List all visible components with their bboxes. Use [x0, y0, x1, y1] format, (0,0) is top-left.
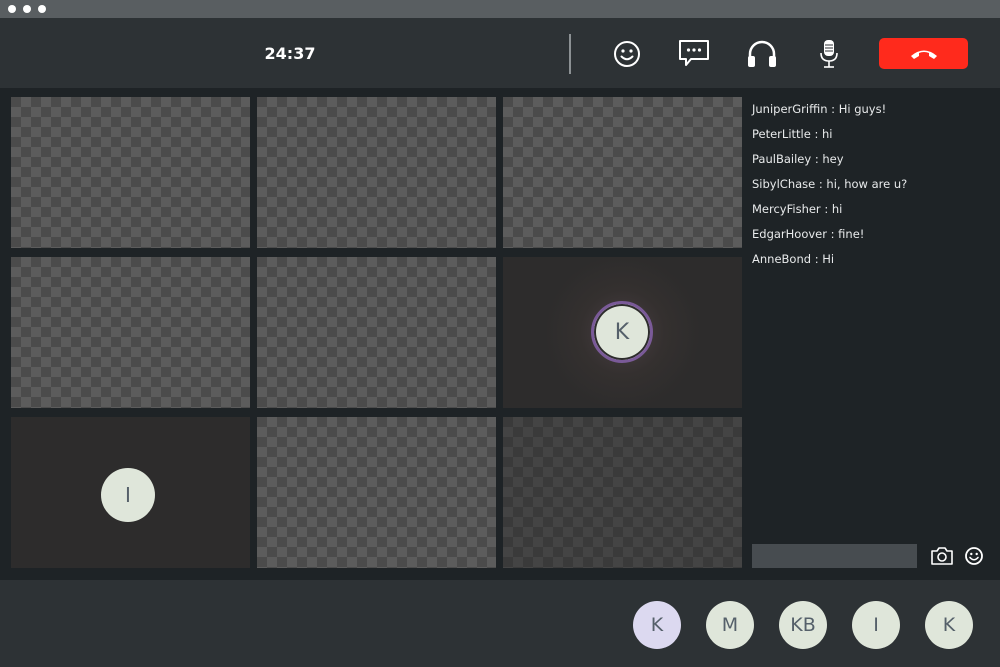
video-tile-1[interactable]	[11, 97, 250, 248]
video-tile-8[interactable]	[257, 417, 496, 568]
chat-text: hi	[822, 127, 833, 141]
window-minimize-dot[interactable]	[23, 5, 31, 13]
video-tile-9[interactable]	[503, 417, 742, 568]
chat-separator: :	[811, 252, 823, 266]
window-maximize-dot[interactable]	[38, 5, 46, 13]
chat-bubble-icon	[679, 40, 709, 66]
chat-separator: :	[820, 202, 832, 216]
chat-username[interactable]: PeterLittle	[752, 127, 811, 141]
window-titlebar	[0, 0, 1000, 18]
chat-text: Hi	[822, 252, 835, 266]
send-photo-button[interactable]	[930, 544, 954, 568]
chat-message: PaulBailey : hey	[752, 150, 992, 175]
chat-username[interactable]: MercyFisher	[752, 202, 821, 216]
video-tile-2[interactable]	[257, 97, 496, 248]
headphones-icon	[748, 40, 776, 67]
chat-emoji-button[interactable]	[962, 544, 986, 568]
call-timer: 24:37	[264, 44, 316, 63]
chat-separator: :	[815, 177, 827, 191]
chat-messages: JuniperGriffin : Hi guys! PeterLittle : h…	[752, 100, 992, 275]
reactions-button[interactable]	[609, 36, 645, 72]
chat-message: MercyFisher : hi	[752, 200, 992, 225]
participant-avatar-button[interactable]: K	[633, 601, 681, 649]
chat-separator: :	[810, 127, 822, 141]
participant-avatar: K	[591, 301, 653, 363]
microphone-button[interactable]	[811, 36, 847, 72]
call-toolbar: 24:37	[0, 18, 1000, 88]
chat-username[interactable]: PaulBailey	[752, 152, 811, 166]
microphone-icon	[820, 40, 838, 68]
chat-input[interactable]	[752, 544, 917, 568]
chat-message: JuniperGriffin : Hi guys!	[752, 100, 992, 125]
smiley-icon	[614, 41, 640, 67]
chat-message: SibylChase : hi, how are u?	[752, 175, 992, 200]
chat-message: EdgarHoover : fine!	[752, 225, 992, 250]
video-tile-4[interactable]	[11, 257, 250, 408]
phone-hangup-icon	[910, 50, 937, 59]
chat-text: hi, how are u?	[826, 177, 908, 191]
chat-username[interactable]: JuniperGriffin	[752, 102, 828, 116]
chat-text: fine!	[838, 227, 865, 241]
camera-icon	[931, 547, 953, 565]
video-tile-7[interactable]: I	[11, 417, 250, 568]
chat-message: AnneBond : Hi	[752, 250, 992, 275]
participant-avatar-button[interactable]: M	[706, 601, 754, 649]
chat-username[interactable]: AnneBond	[752, 252, 811, 266]
participants-bar: K M KB I K	[0, 580, 1000, 667]
chat-separator: :	[827, 102, 839, 116]
chat-username[interactable]: SibylChase	[752, 177, 815, 191]
chat-text: hi	[831, 202, 843, 216]
participant-avatar-button[interactable]: I	[852, 601, 900, 649]
end-call-button[interactable]	[879, 38, 968, 69]
toolbar-divider	[569, 34, 571, 74]
chat-message: PeterLittle : hi	[752, 125, 992, 150]
chat-separator: :	[811, 152, 823, 166]
participant-avatar-button[interactable]: K	[925, 601, 973, 649]
participant-avatar: I	[101, 468, 155, 522]
chat-separator: :	[826, 227, 839, 241]
chat-text: Hi guys!	[838, 102, 887, 116]
participant-avatar-button[interactable]: KB	[779, 601, 827, 649]
video-tile-speaking[interactable]: K	[503, 257, 742, 408]
window-close-dot[interactable]	[8, 5, 16, 13]
chat-username[interactable]: EdgarHoover	[752, 227, 827, 241]
audio-output-button[interactable]	[744, 36, 780, 72]
video-tile-5[interactable]	[257, 257, 496, 408]
chat-button[interactable]	[676, 36, 712, 72]
chat-text: hey	[822, 152, 844, 166]
emoji-icon	[965, 547, 983, 565]
video-tile-3[interactable]	[503, 97, 742, 248]
